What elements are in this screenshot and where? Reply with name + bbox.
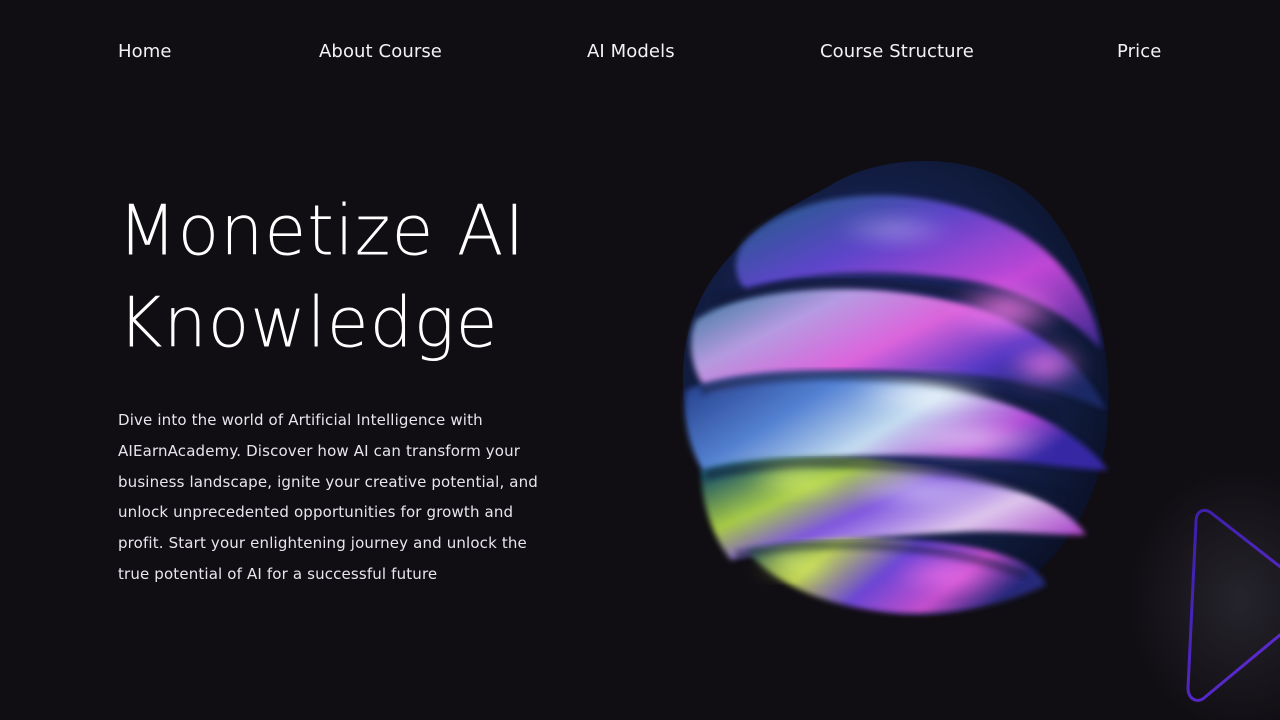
hero-title-line-2: Knowledge [118,283,499,364]
hero-description: Dive into the world of Artificial Intell… [118,411,538,583]
nav-link-price[interactable]: Price [1117,41,1161,62]
top-navigation: Home About Course AI Models Course Struc… [0,0,1280,106]
nav-link-course-structure[interactable]: Course Structure [820,41,974,62]
nav-link-ai-models[interactable]: AI Models [587,41,675,62]
iridescent-blob-image [676,150,1116,625]
nav-link-about-course[interactable]: About Course [319,41,442,62]
play-icon [1186,508,1280,702]
landing-page: Home About Course AI Models Course Struc… [0,0,1280,720]
play-button[interactable] [1180,500,1280,710]
hero-title-line-1: Monetize AI [118,191,526,272]
hero-title: Monetize AI Knowledge [118,186,525,370]
nav-link-home[interactable]: Home [118,41,172,62]
iridescent-blob-graphic [682,160,1109,617]
